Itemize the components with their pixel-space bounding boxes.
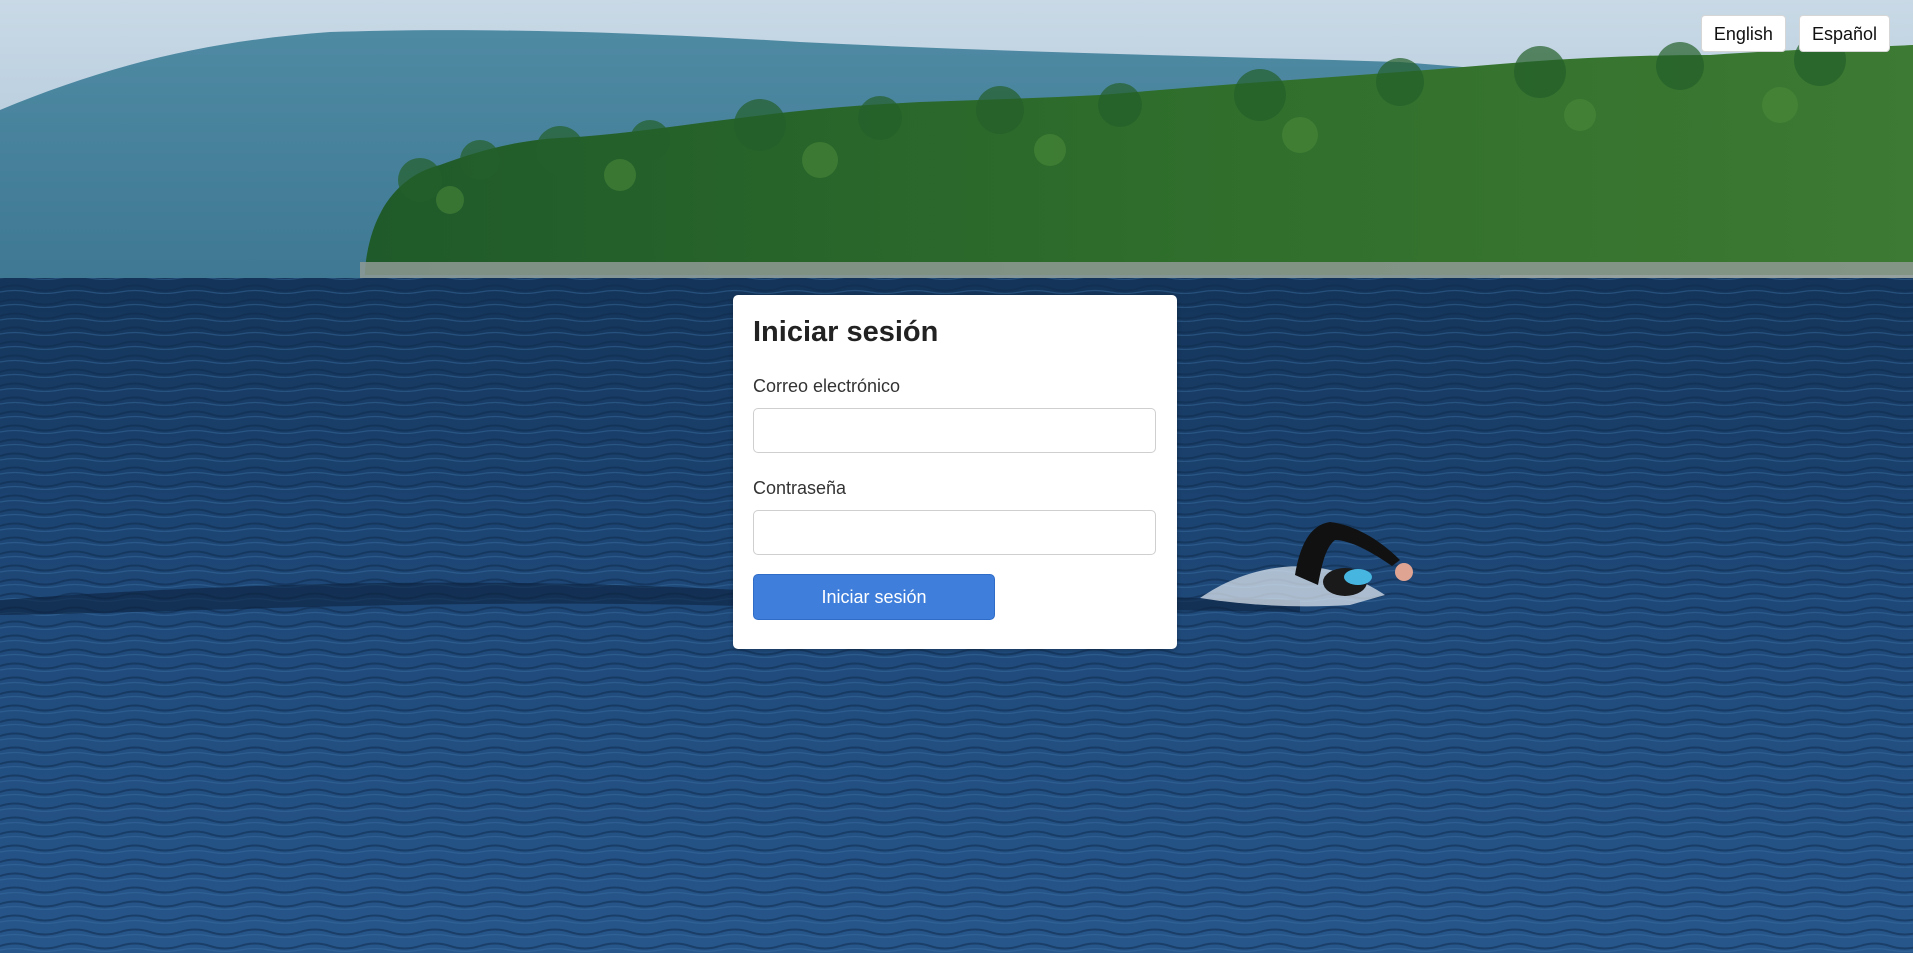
spanish-button[interactable]: Español [1798,15,1890,52]
login-title: Iniciar sesión [753,316,939,348]
language-switcher: English Español [1700,15,1890,52]
login-card: Iniciar sesión Correo electrónico Contra… [733,295,1177,649]
login-submit-button[interactable]: Iniciar sesión [753,574,995,620]
password-field[interactable] [753,510,1156,555]
english-button[interactable]: English [1700,15,1786,52]
email-field[interactable] [753,408,1156,453]
password-label: Contraseña [753,478,847,498]
email-label: Correo electrónico [753,376,901,396]
